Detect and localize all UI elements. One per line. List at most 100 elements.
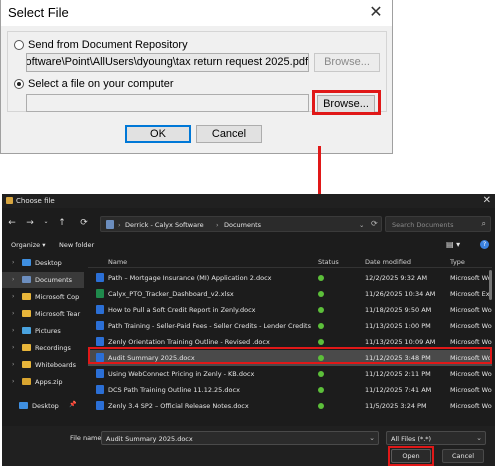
expand-chevron-icon[interactable]: › xyxy=(12,310,14,317)
address-bar[interactable]: › Derrick - Calyx Software › Documents ⌄… xyxy=(100,216,382,232)
cancel-button[interactable]: Cancel xyxy=(442,449,484,463)
chevron-down-icon[interactable]: ⌄ xyxy=(476,434,482,442)
address-dropdown-icon[interactable]: ⌄ xyxy=(359,221,364,229)
file-row[interactable]: Zenly 3.4 SP2 – Official Release Notes.d… xyxy=(88,398,492,414)
excel-file-icon xyxy=(96,289,104,298)
sidebar-item-microsoft-teams[interactable]: › Microsoft Tear xyxy=(2,306,84,322)
file-date: 11/13/2025 10:09 AM xyxy=(365,338,436,346)
sidebar-item-label: Whiteboards xyxy=(35,361,77,369)
expand-chevron-icon[interactable]: › xyxy=(12,361,14,368)
file-row[interactable]: Using WebConnect Pricing in Zenly - KB.d… xyxy=(88,366,492,382)
file-row[interactable]: How to Pull a Soft Credit Report in Zenl… xyxy=(88,302,492,318)
folder-icon xyxy=(22,310,31,317)
file-type-select[interactable]: All Files (*.*) ⌄ xyxy=(386,431,486,445)
expand-chevron-icon[interactable]: › xyxy=(12,327,14,334)
file-row[interactable]: DCS Path Training Outline 11.12.25.docx … xyxy=(88,382,492,398)
file-name: How to Pull a Soft Credit Report in Zenl… xyxy=(108,306,256,314)
expand-chevron-icon[interactable]: › xyxy=(12,344,14,351)
file-row[interactable]: Calyx_PTO_Tracker_Dashboard_v2.xlsx 11/2… xyxy=(88,286,492,302)
recent-locations-chevron-icon[interactable]: ⌄ xyxy=(40,218,52,225)
file-type: Microsoft Wo xyxy=(450,322,492,330)
word-file-icon xyxy=(96,401,104,410)
file-name-input[interactable]: Audit Summary 2025.docx ⌄ xyxy=(101,431,379,445)
sidebar-item-pictures[interactable]: › Pictures xyxy=(2,323,84,339)
column-type[interactable]: Type xyxy=(450,258,465,266)
word-file-icon xyxy=(96,385,104,394)
desktop-icon xyxy=(19,402,28,409)
repository-path-text: alyx Software\Point\AllUsers\dyoung\tax … xyxy=(26,56,308,68)
word-file-icon xyxy=(96,273,104,282)
ok-button[interactable]: OK xyxy=(125,125,191,143)
column-date-modified[interactable]: Date modified xyxy=(365,258,411,266)
file-name-label: File name: xyxy=(70,434,104,442)
close-icon[interactable]: ✕ xyxy=(366,3,386,23)
synced-status-icon xyxy=(318,275,324,281)
file-type: Microsoft Wo xyxy=(450,274,492,282)
refresh-icon[interactable]: ⟳ xyxy=(78,218,90,228)
close-icon[interactable]: ✕ xyxy=(483,195,491,206)
pin-icon: 📌 xyxy=(69,401,77,408)
expand-chevron-icon[interactable]: › xyxy=(12,276,14,283)
breadcrumb-separator-icon: › xyxy=(216,221,219,229)
navigation-pane: › Desktop › Documents › Microsoft Cop › … xyxy=(2,255,84,425)
file-name: Using WebConnect Pricing in Zenly - KB.d… xyxy=(108,370,255,378)
documents-icon xyxy=(106,220,114,229)
sidebar-item-desktop[interactable]: › Desktop xyxy=(2,255,84,271)
cancel-button[interactable]: Cancel xyxy=(196,125,262,143)
column-name[interactable]: Name xyxy=(108,258,127,266)
column-status[interactable]: Status xyxy=(318,258,339,266)
select-file-titlebar: Select File ✕ xyxy=(1,0,392,26)
back-arrow-icon[interactable]: ← xyxy=(6,218,18,228)
sidebar-item-label: Microsoft Tear xyxy=(35,310,81,318)
up-arrow-icon[interactable]: ↑ xyxy=(56,218,68,228)
sidebar-item-recordings[interactable]: › Recordings xyxy=(2,340,84,356)
file-list-header: Name Status Date modified Type xyxy=(88,256,492,268)
file-type: Microsoft Wo xyxy=(450,306,492,314)
repository-radio[interactable] xyxy=(14,40,24,50)
breadcrumb-separator-icon: › xyxy=(118,221,121,229)
expand-chevron-icon[interactable]: › xyxy=(12,378,14,385)
sidebar-item-microsoft-copilot[interactable]: › Microsoft Cop xyxy=(2,289,84,305)
sidebar-item-label: Microsoft Cop xyxy=(35,293,80,301)
browse-repository-button[interactable]: Browse... xyxy=(314,53,380,72)
synced-status-icon xyxy=(318,339,324,345)
documents-icon xyxy=(22,276,31,283)
file-row[interactable]: Path Training - Seller-Paid Fees - Selle… xyxy=(88,318,492,334)
file-date: 11/5/2025 3:24 PM xyxy=(365,402,427,410)
quick-access-desktop[interactable]: Desktop 📌 xyxy=(2,398,84,414)
file-type: Microsoft Wo xyxy=(450,386,492,394)
help-icon[interactable]: ? xyxy=(480,240,489,249)
repository-option-label: Send from Document Repository xyxy=(28,39,188,51)
sidebar-item-whiteboards[interactable]: › Whiteboards xyxy=(2,357,84,373)
highlight-selected-file-box xyxy=(88,347,492,364)
file-name: Path – Mortgage Insurance (MI) Applicati… xyxy=(108,274,272,282)
file-name: Path Training - Seller-Paid Fees - Selle… xyxy=(108,322,313,330)
breadcrumb-item-documents[interactable]: Documents xyxy=(224,221,261,229)
new-folder-button[interactable]: New folder xyxy=(59,241,94,249)
organize-button[interactable]: Organize ▾ xyxy=(11,241,45,249)
search-box[interactable]: Search Documents ⌕ xyxy=(385,216,491,232)
file-name-value: Audit Summary 2025.docx xyxy=(106,435,193,443)
file-date: 11/12/2025 7:41 AM xyxy=(365,386,432,394)
folder-icon xyxy=(22,361,31,368)
expand-chevron-icon[interactable]: › xyxy=(12,293,14,300)
computer-radio[interactable] xyxy=(14,79,24,89)
breadcrumb-item-derrick[interactable]: Derrick - Calyx Software xyxy=(125,221,204,229)
chevron-down-icon: ▾ xyxy=(42,241,46,249)
forward-arrow-icon[interactable]: → xyxy=(24,218,36,228)
sidebar-item-documents[interactable]: › Documents xyxy=(2,272,84,288)
sidebar-item-apps-zip[interactable]: › Apps.zip xyxy=(2,374,84,390)
computer-path-field[interactable] xyxy=(26,94,309,112)
expand-chevron-icon[interactable]: › xyxy=(12,259,14,266)
file-name: DCS Path Training Outline 11.12.25.docx xyxy=(108,386,240,394)
view-options-icon[interactable]: ▤ ▾ xyxy=(446,240,460,249)
folder-icon xyxy=(22,344,31,351)
select-file-title: Select File xyxy=(8,5,69,20)
file-date: 11/26/2025 10:34 AM xyxy=(365,290,436,298)
file-date: 11/12/2025 2:11 PM xyxy=(365,370,431,378)
chevron-down-icon[interactable]: ⌄ xyxy=(369,434,375,442)
refresh-icon[interactable]: ⟳ xyxy=(371,219,378,228)
synced-status-icon xyxy=(318,387,324,393)
scrollbar-thumb[interactable] xyxy=(489,270,492,300)
file-row[interactable]: Path – Mortgage Insurance (MI) Applicati… xyxy=(88,270,492,286)
